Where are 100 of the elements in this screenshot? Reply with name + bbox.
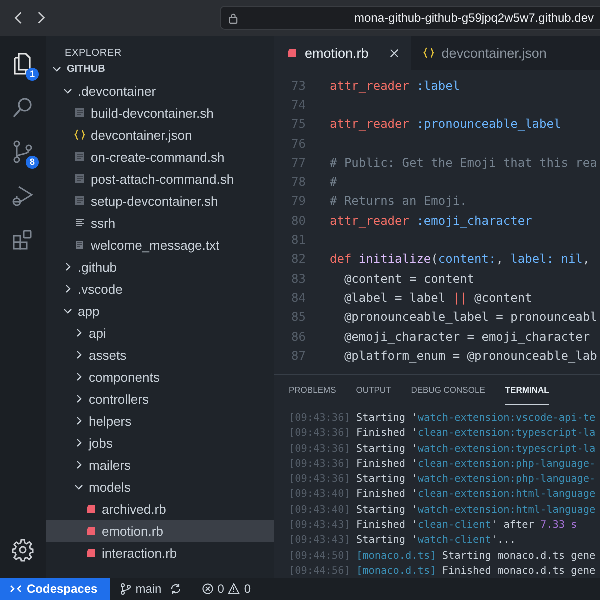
file-item[interactable]: on-create-command.sh [46, 146, 274, 168]
settings-icon[interactable] [11, 538, 35, 562]
folder-item[interactable]: .devcontainer [46, 80, 274, 102]
count-badge: 8 [26, 156, 39, 169]
braces-icon [74, 129, 86, 141]
line-number: 87 [290, 348, 306, 363]
address-bar[interactable]: mona-github-github-g59jpq2w5w7.github.dev [220, 6, 600, 30]
line-number: 81 [290, 233, 306, 248]
terminal-line: [09:44:50] [monaco.d.ts] Starting monaco.d.ts gene [289, 550, 597, 564]
ruby-file-icon [85, 503, 97, 515]
ruby-file-icon [85, 547, 97, 559]
terminal-line: [09:43:43] Finished 'clean-client' after 7.33 s [289, 519, 578, 534]
sidebar-title: EXPLORER [64, 47, 123, 58]
line-number: 85 [290, 310, 306, 324]
folder-item[interactable]: models [46, 476, 274, 498]
folder-item[interactable]: controllers [46, 388, 274, 410]
folder-item[interactable]: api [46, 322, 274, 344]
terminal-line: [09:43:36] Starting 'watch-extension:php-language- [289, 473, 597, 488]
file-item[interactable]: archived.rb [46, 498, 274, 520]
chevron-icon [63, 262, 73, 272]
editor-tab[interactable]: devcontainer.json [410, 36, 559, 70]
terminal-line: [09:43:36] Starting 'watch-extension:typescript-la [289, 442, 597, 457]
folder-item[interactable]: .vscode [46, 278, 274, 300]
folder-item[interactable]: components [46, 366, 274, 388]
terminal-line: [09:43:40] Starting 'watch-extension:html-language [289, 504, 597, 518]
problems-button[interactable]: 0 0 [202, 582, 252, 596]
code-line: # Public: Get the Emoji that this rea [330, 156, 598, 170]
extensions-icon[interactable] [11, 228, 35, 252]
warning-icon [228, 583, 240, 595]
file-item[interactable]: welcome_message.txt [46, 234, 274, 256]
line-number: 76 [290, 136, 306, 151]
terminal-line: [09:43:36] Finished 'clean-extension:php-language- [289, 458, 597, 472]
line-number: 75 [290, 117, 306, 132]
remote-button[interactable]: Codespaces [0, 578, 110, 600]
code-line: # [330, 175, 338, 190]
run-debug-icon[interactable] [11, 184, 35, 208]
editor-tab[interactable]: emotion.rb [274, 36, 411, 70]
document-icon [74, 195, 86, 207]
terminal-line: [09:43:36] Finished 'clean-extension:typescript-la [289, 427, 597, 442]
line-number: 80 [290, 214, 306, 228]
chevron-icon [74, 328, 84, 338]
panel-tab[interactable]: DEBUG CONSOLE [411, 375, 486, 405]
panel-tab[interactable]: PROBLEMS [289, 375, 336, 405]
folder-item[interactable]: jobs [46, 432, 274, 454]
chevron-icon [74, 372, 84, 382]
code-line: @label = label || @content [343, 290, 532, 305]
code-line: @content = content [343, 272, 474, 286]
line-number: 79 [290, 194, 306, 208]
chevron-icon [74, 394, 84, 404]
code-line: @pronounceable_label = pronounceabl [343, 310, 598, 324]
panel-tab[interactable]: OUTPUT [356, 375, 392, 405]
line-number: 78 [290, 175, 306, 190]
line-number: 77 [290, 156, 306, 170]
chevron-icon [63, 86, 73, 96]
sync-icon[interactable] [170, 583, 182, 595]
file-item[interactable]: post-attach-command.sh [46, 168, 274, 190]
line-number: 73 [290, 78, 306, 93]
branch-button[interactable]: main [120, 582, 162, 596]
panel-tab[interactable]: TERMINAL [505, 375, 550, 405]
chevron-icon [74, 460, 84, 470]
file-item[interactable]: devcontainer.json [46, 124, 274, 146]
search-icon[interactable] [11, 96, 35, 120]
back-icon[interactable] [14, 11, 23, 25]
folder-item[interactable]: GITHUB [46, 58, 274, 80]
terminal-line: [09:43:36] Starting 'watch-extension:vscode-api-te [289, 412, 597, 426]
file-item[interactable]: emotion.rb [46, 520, 274, 542]
code-line: @emoji_character = emoji_character [343, 330, 590, 344]
line-number: 83 [290, 272, 306, 286]
folder-item[interactable]: app [46, 300, 274, 322]
chevron-icon [63, 284, 73, 294]
chevron-icon [74, 482, 84, 492]
lines-icon [74, 217, 86, 229]
code-line: attr_reader :label [330, 78, 460, 93]
file-item[interactable]: build-devcontainer.sh [46, 102, 274, 124]
line-number: 84 [290, 290, 306, 305]
chevron-icon [74, 350, 84, 360]
document-icon [74, 151, 86, 163]
ruby-file-icon [85, 525, 97, 537]
chevron-icon [74, 438, 84, 448]
document-icon [74, 173, 86, 185]
file-item[interactable]: interaction.rb [46, 542, 274, 564]
folder-item[interactable]: .github [46, 256, 274, 278]
terminal-line: [09:43:40] Finished 'clean-extension:html-language [289, 488, 597, 502]
code-line: @platform_enum = @pronounceable_lab [343, 348, 598, 363]
line-number: 82 [290, 252, 306, 266]
braces-icon [422, 47, 435, 59]
terminal-line: [09:44:56] [monaco.d.ts] Finished monaco.d.ts gene [289, 564, 597, 579]
folder-item[interactable]: helpers [46, 410, 274, 432]
chevron-icon [63, 306, 73, 316]
file-item[interactable]: setup-devcontainer.sh [46, 190, 274, 212]
code-line: # Returns an Emoji. [330, 194, 468, 208]
folder-item[interactable]: mailers [46, 454, 274, 476]
close-icon[interactable] [390, 48, 399, 58]
line-number: 86 [290, 330, 306, 344]
chevron-icon [52, 64, 62, 74]
file-item[interactable]: ssrh [46, 212, 274, 234]
source-control-icon[interactable] [11, 140, 35, 164]
line-number: 74 [290, 98, 306, 112]
folder-item[interactable]: assets [46, 344, 274, 366]
forward-icon[interactable] [37, 11, 46, 25]
